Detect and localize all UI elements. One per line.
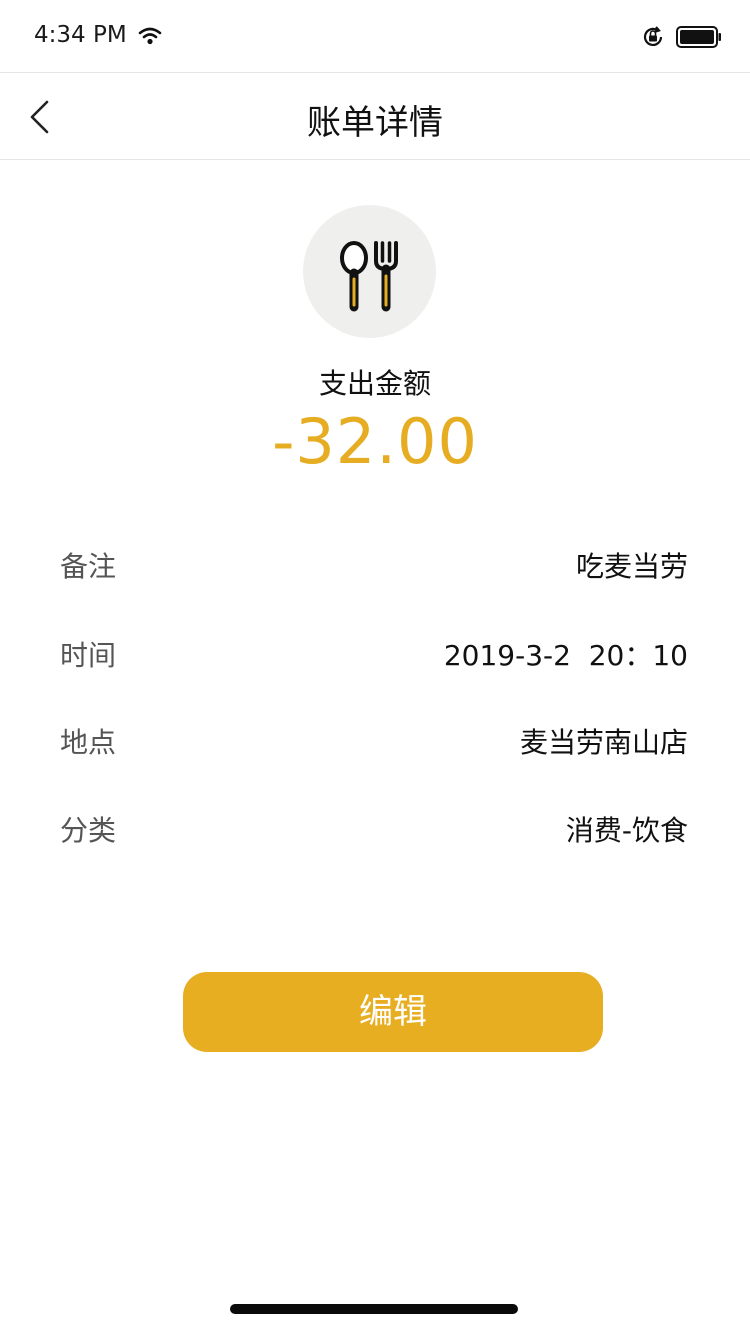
battery-icon: [676, 26, 722, 52]
detail-label: 地点: [60, 726, 117, 759]
lock-rotation-icon: [640, 24, 666, 54]
detail-value: 吃麦当劳: [575, 550, 688, 583]
home-indicator[interactable]: [230, 1304, 518, 1314]
detail-value: 麦当劳南山店: [519, 726, 688, 759]
amount-label: 支出金额: [318, 367, 431, 400]
nav-bar: 账单详情: [0, 72, 750, 160]
wifi-icon: [138, 26, 162, 50]
amount-value: -32.00: [272, 405, 478, 478]
edit-button[interactable]: 编辑: [183, 972, 603, 1052]
detail-label: 时间: [60, 639, 117, 672]
utensils-icon: [340, 241, 398, 312]
detail-value: 2019-3-2 20：10: [443, 639, 688, 672]
detail-label: 备注: [60, 550, 117, 583]
detail-row-location: 地点 麦当劳南山店: [60, 721, 688, 771]
status-time: 4:34 PM: [34, 22, 127, 48]
status-bar: 4:34 PM: [0, 0, 750, 72]
detail-row-time: 时间 2019-3-2 20：10: [60, 634, 688, 684]
detail-row-category: 分类 消费-饮食: [60, 809, 688, 859]
detail-value: 消费-饮食: [565, 814, 688, 847]
detail-row-note: 备注 吃麦当劳: [60, 545, 688, 595]
detail-label: 分类: [60, 814, 117, 847]
page-title: 账单详情: [307, 103, 443, 143]
category-avatar: [303, 205, 436, 338]
